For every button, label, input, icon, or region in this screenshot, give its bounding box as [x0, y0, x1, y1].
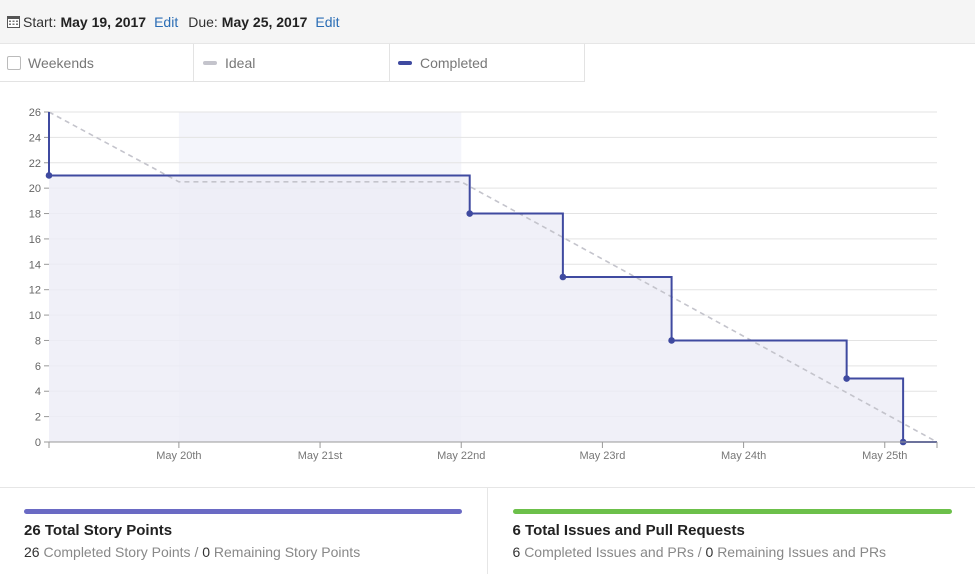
y-tick-label: 10: [29, 310, 41, 322]
x-tick-label: May 25th: [862, 450, 907, 462]
y-tick-label: 16: [29, 234, 41, 246]
story-completed-count: 26: [24, 544, 40, 560]
y-tick-label: 18: [29, 209, 41, 221]
y-tick-label: 8: [35, 335, 41, 347]
story-remaining-count: 0: [202, 544, 211, 560]
ideal-swatch-icon: [203, 60, 217, 65]
legend-weekends[interactable]: Weekends: [0, 44, 194, 82]
issues-remaining-label: Remaining Issues and PRs: [717, 544, 887, 560]
story-points-progress-bar: [24, 509, 462, 514]
legend-completed-label: Completed: [420, 54, 488, 71]
story-total-count: 26: [24, 522, 41, 539]
calendar-icon: [7, 16, 20, 28]
legend-ideal[interactable]: Ideal: [194, 44, 390, 82]
start-date: May 19, 2017: [60, 13, 147, 30]
due-label: Due:: [188, 13, 218, 30]
sprint-dates-bar: Start: May 19, 2017 Edit Due: May 25, 20…: [0, 0, 975, 44]
legend-ideal-label: Ideal: [225, 54, 256, 71]
due-date: May 25, 2017: [221, 13, 308, 30]
y-tick-label: 24: [29, 132, 41, 144]
issues-progress-bar: [512, 509, 952, 514]
edit-start-link[interactable]: Edit: [154, 14, 178, 30]
story-completed-label: Completed Story Points: [43, 544, 191, 560]
completed-point: [466, 210, 474, 217]
y-tick-label: 6: [35, 361, 41, 373]
issues-completed-label: Completed Issues and PRs: [524, 544, 694, 560]
legend-completed[interactable]: Completed: [390, 44, 585, 82]
completed-swatch-icon: [398, 60, 412, 65]
x-tick-label: May 20th: [156, 450, 201, 462]
y-tick-label: 12: [29, 285, 41, 297]
y-tick-label: 0: [35, 437, 41, 449]
issues-separator: /: [697, 544, 702, 560]
issues-completed-count: 6: [512, 544, 521, 560]
x-tick-label: May 21st: [298, 450, 343, 462]
x-tick-label: May 23rd: [579, 450, 625, 462]
completed-point: [559, 273, 567, 281]
story-total-label: Total Story Points: [44, 522, 173, 539]
chart-legend: Weekends Ideal Completed: [0, 44, 585, 82]
story-remaining-label: Remaining Story Points: [213, 544, 361, 560]
story-separator: /: [194, 544, 199, 560]
issues-breakdown: 6 Completed Issues and PRs / 0 Remaining…: [513, 544, 887, 560]
stats-footer: 26 Total Story Points 26 Completed Story…: [0, 487, 975, 574]
story-points-total: 26 Total Story Points: [24, 522, 172, 539]
issues-total: 6 Total Issues and Pull Requests: [513, 522, 745, 539]
story-points-breakdown: 26 Completed Story Points / 0 Remaining …: [24, 544, 360, 560]
issues-total-count: 6: [512, 522, 521, 539]
y-tick-label: 22: [29, 158, 41, 170]
edit-due-link[interactable]: Edit: [315, 14, 339, 30]
y-tick-label: 4: [35, 386, 41, 398]
completed-point: [45, 172, 53, 179]
x-tick-label: May 22nd: [437, 450, 485, 462]
completed-point: [843, 375, 850, 382]
y-tick-label: 20: [29, 183, 41, 195]
y-tick-label: 2: [35, 412, 41, 424]
burndown-chart: 02468101214161820222426May 20th May 21st M…: [29, 107, 938, 462]
legend-weekends-label: Weekends: [28, 54, 94, 71]
y-tick-label: 14: [29, 259, 41, 271]
issues-remaining-count: 0: [705, 544, 714, 560]
issues-total-label: Total Issues and Pull Requests: [525, 522, 745, 539]
weekends-checkbox[interactable]: [7, 55, 21, 70]
issues-summary: 6 Total Issues and Pull Requests 6 Compl…: [488, 488, 975, 574]
y-tick-label: 26: [29, 107, 41, 119]
completed-point: [668, 337, 675, 344]
x-tick-label: May 24th: [721, 450, 766, 462]
story-points-summary: 26 Total Story Points 26 Completed Story…: [0, 488, 488, 574]
start-label: Start:: [23, 13, 57, 30]
